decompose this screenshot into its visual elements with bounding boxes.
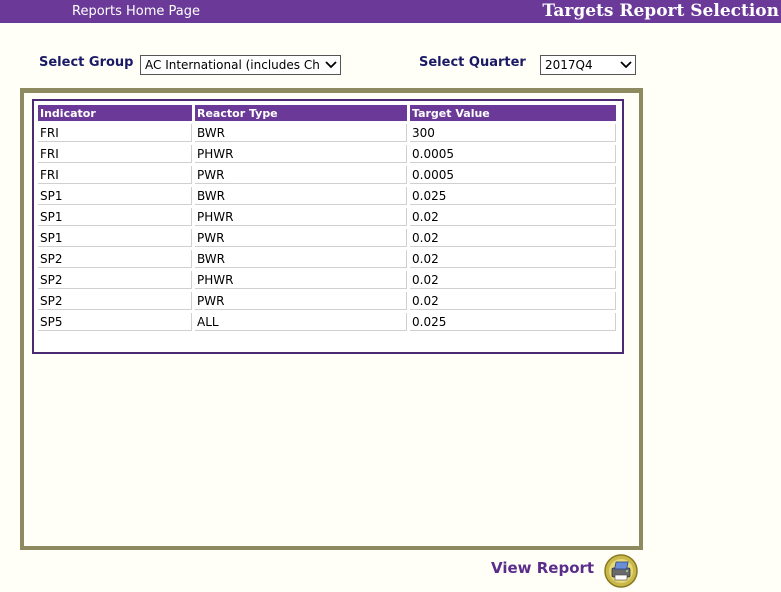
indicator-cell: SP2 [38, 250, 192, 268]
table-header-row: Indicator Reactor Type Target Value [38, 105, 616, 121]
target-value-cell: 300 [410, 124, 616, 142]
quarter-select[interactable]: 2017Q4 [540, 55, 636, 75]
targets-table-frame: Indicator Reactor Type Target Value FRI … [32, 99, 624, 354]
target-value-cell: 0.02 [410, 292, 616, 310]
column-header-target-value: Target Value [410, 105, 616, 121]
indicator-cell: SP2 [38, 271, 192, 289]
target-value-cell: 0.02 [410, 271, 616, 289]
reactor-type-cell: PHWR [195, 145, 407, 163]
group-select[interactable]: AC International (includes ChP [140, 55, 341, 75]
table-row: SP1 BWR 0.025 [38, 187, 616, 205]
column-header-indicator: Indicator [38, 105, 192, 121]
reactor-type-cell: PHWR [195, 271, 407, 289]
target-value-cell: 0.02 [410, 250, 616, 268]
reports-home-link[interactable]: Reports Home Page [72, 4, 200, 19]
target-value-cell: 0.0005 [410, 145, 616, 163]
header-bar: Reports Home Page Targets Report Selecti… [0, 0, 781, 23]
chevron-down-icon [620, 61, 632, 69]
indicator-cell: SP1 [38, 229, 192, 247]
indicator-cell: SP1 [38, 187, 192, 205]
table-row: SP2 PWR 0.02 [38, 292, 616, 310]
indicator-cell: FRI [38, 124, 192, 142]
reactor-type-cell: BWR [195, 250, 407, 268]
table-row: FRI BWR 300 [38, 124, 616, 142]
indicator-cell: SP5 [38, 313, 192, 331]
table-row: SP1 PHWR 0.02 [38, 208, 616, 226]
target-value-cell: 0.025 [410, 187, 616, 205]
indicator-cell: FRI [38, 166, 192, 184]
quarter-select-value: 2017Q4 [545, 58, 593, 72]
indicator-cell: FRI [38, 145, 192, 163]
view-report-link[interactable]: View Report [491, 559, 594, 577]
target-value-cell: 0.02 [410, 208, 616, 226]
group-select-value: AC International (includes ChP [145, 58, 320, 72]
table-row: SP2 PHWR 0.02 [38, 271, 616, 289]
chevron-down-icon [325, 61, 337, 69]
table-row: SP2 BWR 0.02 [38, 250, 616, 268]
column-header-reactor-type: Reactor Type [195, 105, 407, 121]
reactor-type-cell: PWR [195, 292, 407, 310]
indicator-cell: SP2 [38, 292, 192, 310]
reactor-type-cell: PWR [195, 166, 407, 184]
target-value-cell: 0.0005 [410, 166, 616, 184]
target-value-cell: 0.02 [410, 229, 616, 247]
table-row: SP1 PWR 0.02 [38, 229, 616, 247]
reactor-type-cell: BWR [195, 187, 407, 205]
select-group-label: Select Group [39, 55, 134, 70]
printer-icon[interactable] [603, 553, 639, 589]
targets-table: Indicator Reactor Type Target Value FRI … [35, 102, 619, 334]
table-row: SP5 ALL 0.025 [38, 313, 616, 331]
reactor-type-cell: BWR [195, 124, 407, 142]
indicator-cell: SP1 [38, 208, 192, 226]
table-row: FRI PWR 0.0005 [38, 166, 616, 184]
page-title: Targets Report Selection [542, 1, 779, 21]
table-row: FRI PHWR 0.0005 [38, 145, 616, 163]
reactor-type-cell: PWR [195, 229, 407, 247]
target-value-cell: 0.025 [410, 313, 616, 331]
reactor-type-cell: PHWR [195, 208, 407, 226]
select-quarter-label: Select Quarter [419, 55, 526, 70]
reactor-type-cell: ALL [195, 313, 407, 331]
